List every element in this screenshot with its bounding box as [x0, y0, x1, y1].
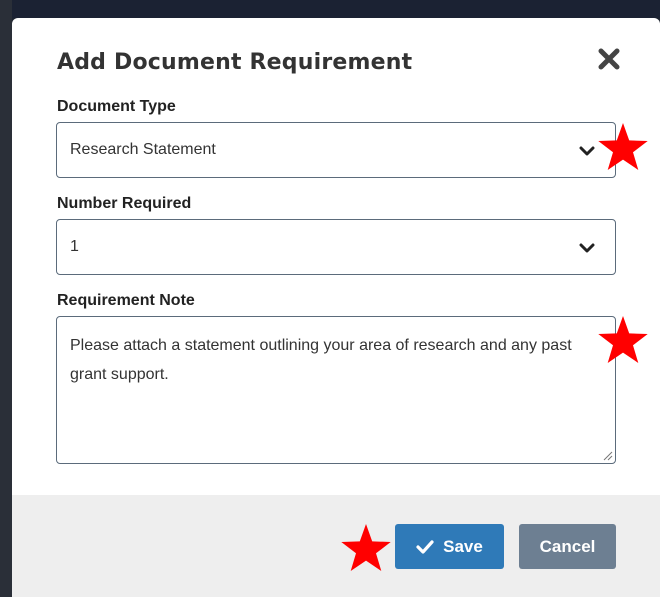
requirement-note-value: Please attach a statement outlining your…: [70, 337, 572, 383]
check-icon: [416, 539, 434, 554]
resize-grip-icon[interactable]: [603, 451, 613, 461]
chevron-down-icon: [579, 243, 595, 253]
document-type-select[interactable]: Research Statement: [56, 122, 616, 178]
document-type-value: Research Statement: [70, 141, 216, 158]
star-icon: [598, 123, 648, 170]
cancel-button-label: Cancel: [539, 536, 596, 556]
save-button[interactable]: Save: [395, 524, 504, 569]
save-button-label: Save: [443, 536, 483, 556]
cancel-button[interactable]: Cancel: [519, 524, 616, 569]
star-icon: [598, 316, 648, 363]
backdrop-sidebar-strip: [0, 0, 12, 597]
number-required-label: Number Required: [57, 195, 192, 212]
add-document-requirement-dialog: Add Document Requirement Document Type R…: [12, 18, 660, 597]
dialog-footer: Save Cancel: [12, 495, 660, 597]
dialog-header: Add Document Requirement: [12, 18, 660, 98]
document-type-label: Document Type: [57, 98, 176, 115]
requirement-note-textarea[interactable]: Please attach a statement outlining your…: [56, 316, 616, 464]
star-icon: [341, 524, 391, 571]
chevron-down-icon: [579, 146, 595, 156]
backdrop-header-strip: [0, 0, 660, 18]
requirement-note-label: Requirement Note: [57, 292, 195, 309]
number-required-select[interactable]: 1: [56, 219, 616, 275]
close-button[interactable]: [596, 46, 622, 72]
number-required-value: 1: [70, 238, 79, 255]
dialog-title: Add Document Requirement: [57, 50, 413, 75]
close-icon: [598, 48, 620, 70]
